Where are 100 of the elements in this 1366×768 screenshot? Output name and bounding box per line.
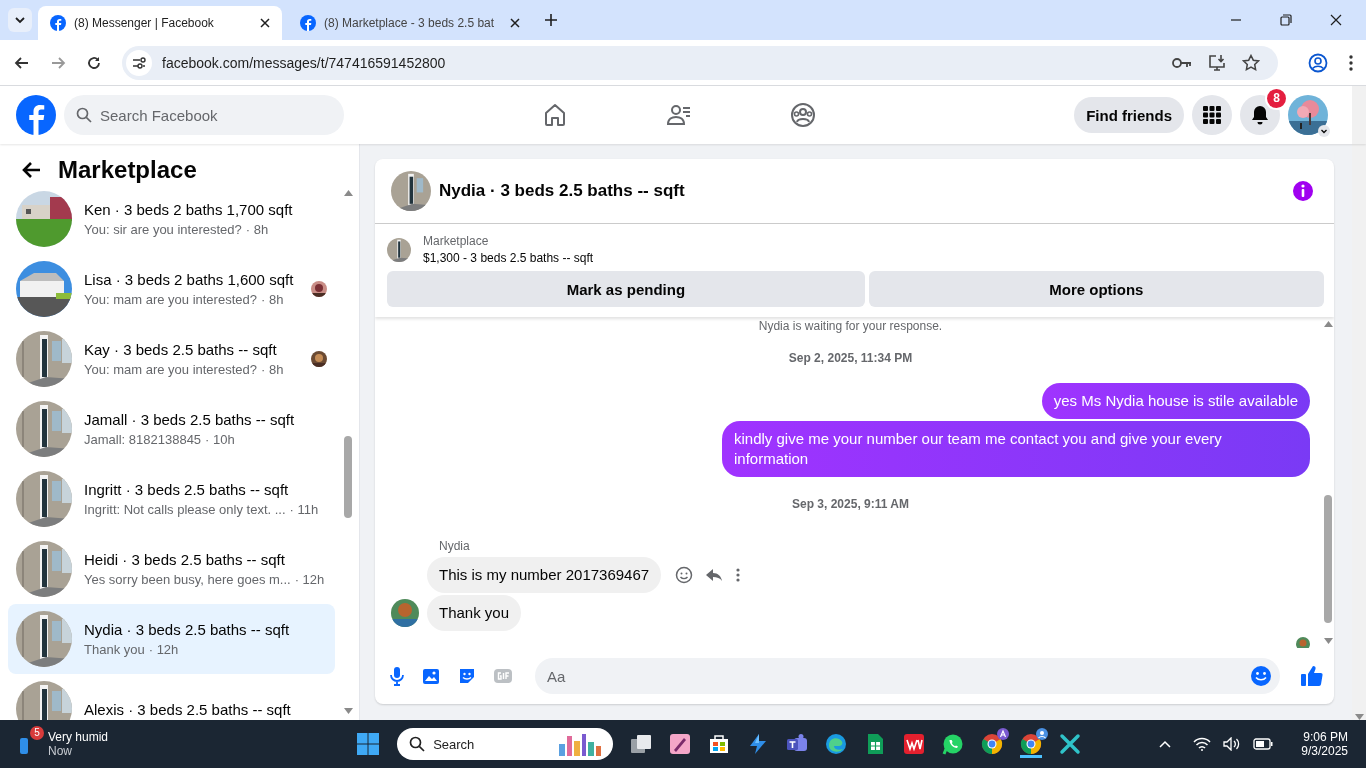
close-icon[interactable] bbox=[260, 18, 270, 28]
browser-tab[interactable]: (8) Marketplace - 3 beds 2.5 bat bbox=[288, 6, 532, 40]
conversation-item[interactable]: Lisa · 3 beds 2 baths 1,600 sqft You: mam are you interested? · 8h bbox=[8, 254, 335, 324]
site-settings-icon[interactable] bbox=[126, 49, 152, 76]
sidebar-title: Marketplace bbox=[58, 156, 197, 184]
taskbar-search-field[interactable]: Search bbox=[397, 728, 614, 760]
clock[interactable]: 9:06 PM 9/3/2025 bbox=[1297, 728, 1352, 760]
friends-icon[interactable] bbox=[666, 102, 692, 128]
message-preview: Thank you bbox=[84, 642, 145, 657]
close-icon[interactable] bbox=[1330, 14, 1342, 26]
scroll-down-icon[interactable] bbox=[1323, 638, 1333, 644]
url-text: facebook.com/messages/t/747416591452800 bbox=[162, 54, 446, 71]
notification-badge: 8 bbox=[1267, 89, 1286, 108]
paint-icon[interactable] bbox=[669, 733, 692, 755]
volume-icon[interactable] bbox=[1223, 737, 1242, 751]
wifi-icon[interactable] bbox=[1193, 737, 1212, 751]
find-friends-button[interactable]: Find friends bbox=[1074, 97, 1184, 133]
notifications-button[interactable] bbox=[1240, 95, 1280, 135]
message-time: · 10h bbox=[205, 432, 235, 447]
photo-icon[interactable] bbox=[421, 666, 441, 686]
message-field[interactable]: Aa bbox=[535, 658, 1280, 694]
facebook-logo[interactable] bbox=[16, 95, 56, 135]
scroll-up-icon[interactable] bbox=[343, 190, 353, 196]
message-time: · 8h bbox=[260, 292, 284, 307]
conversation-item[interactable]: Jamall · 3 beds 2.5 baths -- sqft Jamall: 8182138845 · 10h bbox=[8, 394, 335, 464]
conversation-title: Ken · 3 beds 2 baths 1,700 sqft bbox=[84, 201, 294, 218]
action-button[interactable]: More options bbox=[868, 271, 1324, 307]
more-icon[interactable] bbox=[735, 567, 742, 583]
new-tab-icon[interactable] bbox=[544, 13, 558, 27]
restore-icon[interactable] bbox=[1280, 14, 1292, 26]
battery-icon[interactable] bbox=[1253, 738, 1274, 750]
profile-badge-icon bbox=[997, 728, 1010, 740]
menu-button[interactable] bbox=[1192, 95, 1232, 135]
key-icon[interactable] bbox=[1172, 55, 1192, 70]
clock-time: 9:06 PM bbox=[1303, 730, 1348, 744]
tab-search-button[interactable] bbox=[8, 8, 32, 32]
chevron-down-icon[interactable] bbox=[1318, 125, 1330, 137]
browser-tab[interactable]: (8) Messenger | Facebook bbox=[38, 6, 282, 40]
scroll-down-icon[interactable] bbox=[343, 708, 353, 714]
listing-label: Marketplace bbox=[423, 234, 490, 248]
star-icon[interactable] bbox=[1242, 53, 1260, 72]
weather-badge: 5 bbox=[30, 726, 44, 740]
message-preview: Ingritt: Not calls please only text. ... bbox=[84, 502, 286, 517]
conversation-title: Nydia · 3 beds 2.5 baths -- sqft bbox=[84, 621, 291, 638]
city-skyline-icon bbox=[557, 732, 604, 756]
reply-icon[interactable] bbox=[705, 566, 724, 584]
back-arrow-icon[interactable] bbox=[22, 160, 42, 180]
task-view-icon[interactable] bbox=[630, 733, 653, 755]
clock-date: 9/3/2025 bbox=[1301, 744, 1348, 758]
listing-summary: $1,300 - 3 beds 2.5 baths -- sqft bbox=[423, 251, 594, 265]
bell-icon bbox=[1250, 105, 1270, 125]
conversation-item[interactable]: Ingritt · 3 beds 2.5 baths -- sqft Ingritt: Not calls please only text. ... · 11h bbox=[8, 464, 335, 534]
chrome-icon[interactable] bbox=[981, 733, 1004, 755]
message-time: · 11h bbox=[289, 502, 319, 517]
x-app-icon[interactable] bbox=[1059, 733, 1082, 755]
profile-icon[interactable] bbox=[1308, 52, 1328, 73]
chevron-up-icon[interactable] bbox=[1159, 740, 1172, 748]
received-message: Thank you bbox=[427, 595, 522, 631]
chevron-down-icon bbox=[14, 14, 26, 26]
scroll-up-icon[interactable] bbox=[1323, 321, 1333, 327]
forward-icon[interactable] bbox=[50, 54, 66, 71]
search-field[interactable]: Search Facebook bbox=[64, 95, 344, 135]
scrollbar[interactable] bbox=[1352, 86, 1366, 144]
reload-icon[interactable] bbox=[86, 54, 102, 71]
office-icon[interactable] bbox=[903, 733, 926, 755]
status-notice: Nydia is waiting for your response. bbox=[758, 319, 943, 333]
address-field[interactable]: facebook.com/messages/t/747416591452800 bbox=[122, 45, 1278, 80]
sender-name: Nydia bbox=[439, 539, 471, 553]
message-time: · 8h bbox=[260, 362, 284, 377]
timestamp: Sep 2, 2025, 11:34 PM bbox=[788, 351, 913, 365]
chrome-icon[interactable] bbox=[1020, 733, 1043, 755]
scrollbar-thumb[interactable] bbox=[1324, 495, 1332, 623]
conversation-item[interactable]: Kay · 3 beds 2.5 baths -- sqft You: mam are you interested? · 8h bbox=[8, 324, 335, 394]
message-time: · 8h bbox=[245, 222, 269, 237]
scrollbar-thumb[interactable] bbox=[344, 436, 352, 518]
action-button[interactable]: Mark as pending bbox=[387, 271, 865, 307]
install-app-icon[interactable] bbox=[1208, 53, 1226, 72]
microphone-icon[interactable] bbox=[389, 666, 405, 686]
conversation-item[interactable]: Ken · 3 beds 2 baths 1,700 sqft You: sir are you interested? · 8h bbox=[8, 184, 335, 254]
sticker-icon[interactable] bbox=[457, 666, 477, 686]
windows-icon[interactable] bbox=[356, 732, 381, 756]
tab-title: (8) Messenger | Facebook bbox=[74, 16, 215, 30]
whatsapp-icon[interactable] bbox=[942, 733, 965, 755]
conversation-item[interactable]: Nydia · 3 beds 2.5 baths -- sqft Thank you · 12h bbox=[8, 604, 335, 674]
message-preview: Yes sorry been busy, here goes m... bbox=[84, 572, 291, 587]
thumbs-up-icon[interactable] bbox=[1300, 664, 1324, 688]
info-icon[interactable] bbox=[1292, 180, 1314, 202]
menu-icon[interactable] bbox=[1348, 53, 1354, 72]
emoji-icon[interactable] bbox=[1250, 665, 1272, 687]
back-icon[interactable] bbox=[14, 54, 30, 71]
conversation-item[interactable]: Heidi · 3 beds 2.5 baths -- sqft Yes sorry been busy, here goes m... · 12h bbox=[8, 534, 335, 604]
store-icon[interactable] bbox=[708, 733, 731, 755]
emoji-icon[interactable] bbox=[675, 566, 694, 584]
profile-badge-icon bbox=[1036, 728, 1049, 740]
edge-icon[interactable] bbox=[825, 733, 848, 755]
chat-title: Nydia · 3 beds 2.5 baths -- sqft bbox=[439, 181, 685, 201]
groups-icon[interactable] bbox=[790, 102, 816, 128]
home-icon[interactable] bbox=[542, 102, 568, 128]
close-icon[interactable] bbox=[510, 18, 520, 28]
message-preview: You: sir are you interested? bbox=[84, 222, 242, 237]
